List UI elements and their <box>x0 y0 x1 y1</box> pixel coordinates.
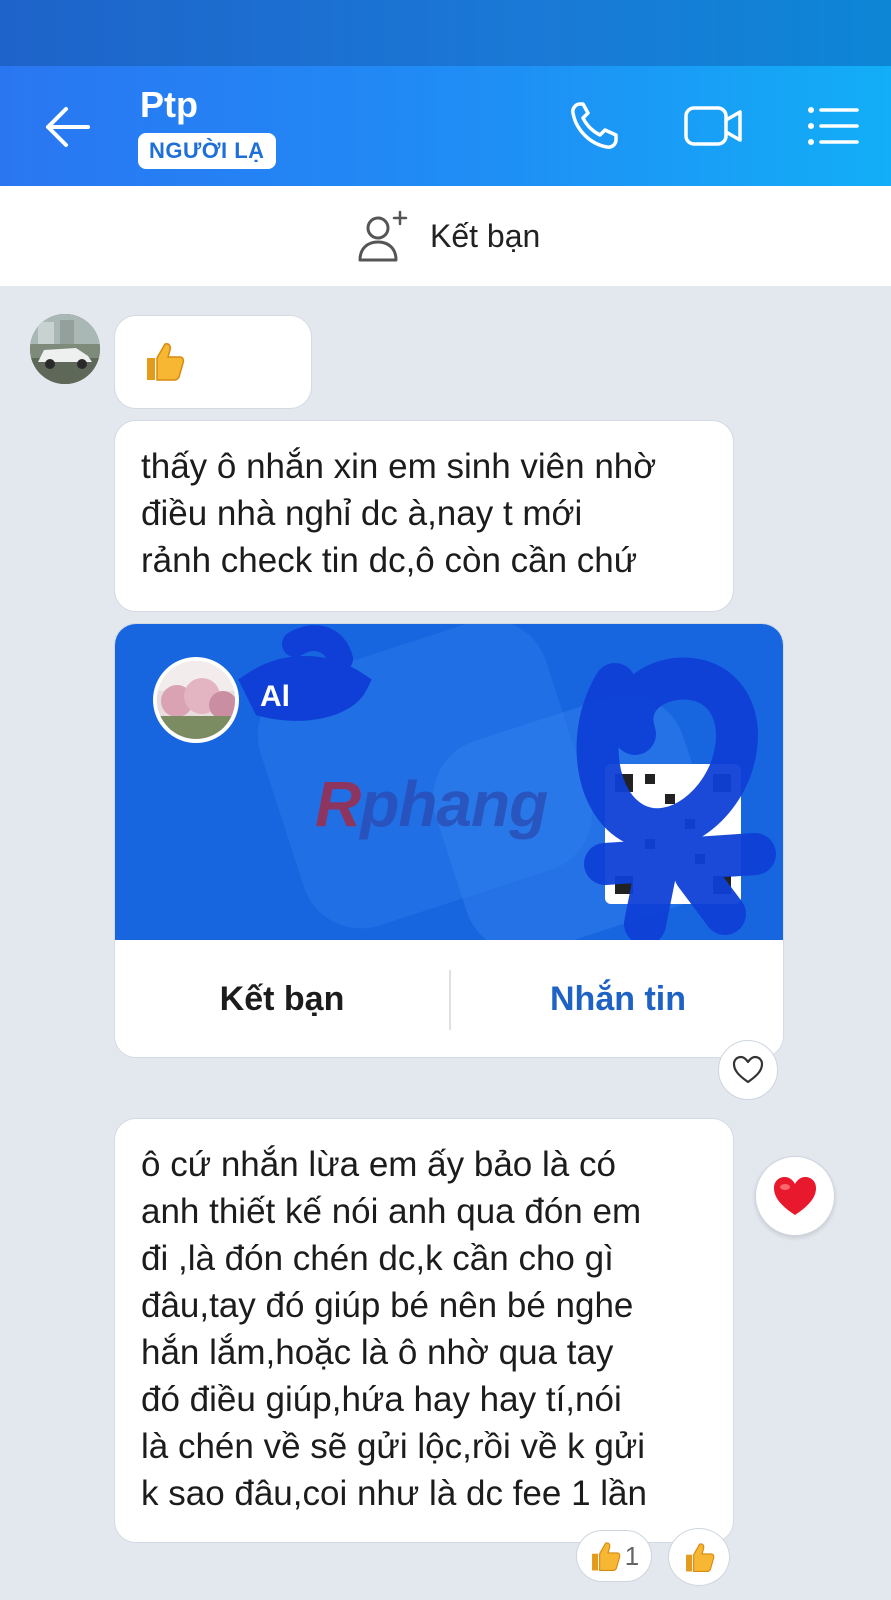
add-friend-label: Kết bạn <box>430 217 541 254</box>
like-reaction-button[interactable] <box>668 1528 730 1586</box>
sender-avatar[interactable] <box>30 314 100 384</box>
add-person-icon <box>358 210 408 262</box>
video-camera-icon <box>684 106 742 146</box>
heart-outline-icon <box>732 1055 764 1084</box>
card-add-friend-button[interactable]: Kết bạn <box>115 940 449 1057</box>
heart-reaction[interactable] <box>755 1156 835 1236</box>
contact-card-message[interactable]: Al Rphang Kết bạn Nhắn tin <box>114 623 784 1058</box>
blossom-photo <box>157 661 235 739</box>
card-message-button[interactable]: Nhắn tin <box>451 940 783 1057</box>
like-count: 1 <box>624 1540 640 1571</box>
card-contact-name: Al <box>260 680 290 713</box>
add-friend-bar: Kết bạn <box>0 186 891 286</box>
contact-name[interactable]: Ptp <box>140 84 198 126</box>
like-reaction-count[interactable]: 1 <box>576 1530 652 1582</box>
chat-header: Ptp NGƯỜI LẠ <box>0 66 891 186</box>
message-text: thấy ô nhắn xin em sinh viên nhờ điều nh… <box>141 447 657 580</box>
video-call-button[interactable] <box>682 98 742 154</box>
car-photo <box>30 314 100 384</box>
arrow-left-icon <box>46 107 90 147</box>
back-button[interactable] <box>40 102 94 152</box>
stranger-badge: NGƯỜI LẠ <box>138 133 276 169</box>
text-message[interactable]: thấy ô nhắn xin em sinh viên nhờ điều nh… <box>114 420 734 612</box>
text-message[interactable]: ô cứ nhắn lừa em ấy bảo là có anh thiết … <box>114 1118 734 1543</box>
message-text: ô cứ nhắn lừa em ấy bảo là có anh thiết … <box>141 1145 647 1513</box>
heart-icon <box>774 1177 816 1215</box>
add-friend-button[interactable]: Kết bạn <box>356 208 540 264</box>
sticker-message[interactable] <box>114 315 312 409</box>
card-contact-avatar <box>153 657 239 743</box>
menu-button[interactable] <box>803 98 863 154</box>
contact-card-banner: Al Rphang <box>115 624 783 940</box>
status-bar <box>0 0 891 66</box>
call-button[interactable] <box>566 98 626 154</box>
thumbs-up-icon <box>591 1542 621 1572</box>
phone-icon <box>571 102 618 149</box>
contact-card-actions: Kết bạn Nhắn tin <box>115 940 783 1057</box>
thumbs-up-icon <box>686 1543 715 1573</box>
react-button[interactable] <box>718 1040 778 1100</box>
thumbs-up-icon <box>147 343 185 381</box>
list-menu-icon <box>808 107 859 145</box>
watermark: Rphang <box>315 768 548 840</box>
